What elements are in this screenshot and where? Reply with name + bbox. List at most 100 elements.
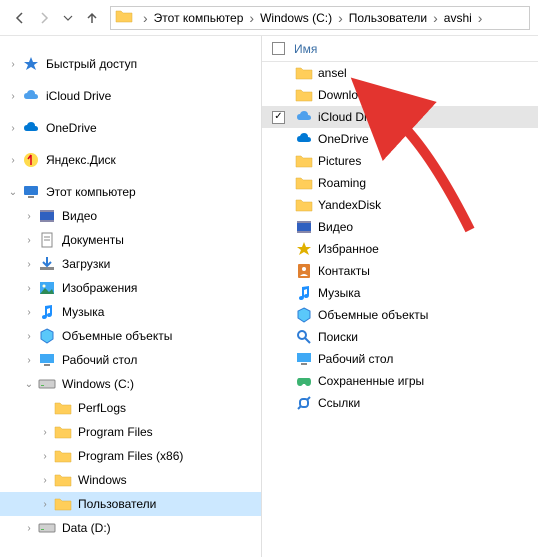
tree-videos[interactable]: › Видео bbox=[0, 204, 261, 228]
arrow-up-icon bbox=[84, 10, 100, 26]
folder-icon bbox=[54, 399, 72, 417]
tree-desktop[interactable]: › Рабочий стол bbox=[0, 348, 261, 372]
tree-onedrive[interactable]: › OneDrive bbox=[0, 116, 261, 140]
chevron-right-icon[interactable]: › bbox=[22, 353, 36, 367]
chevron-right-icon[interactable]: › bbox=[22, 257, 36, 271]
chevron-right-icon[interactable]: › bbox=[38, 449, 52, 463]
list-item[interactable]: OneDrive bbox=[262, 128, 538, 150]
chevron-right-icon[interactable]: › bbox=[22, 281, 36, 295]
tree-c-drive[interactable]: ⌄ Windows (C:) bbox=[0, 372, 261, 396]
list-item-icloud[interactable]: iCloud Drive bbox=[262, 106, 538, 128]
list-item[interactable]: Сохраненные игры bbox=[262, 370, 538, 392]
list-item[interactable]: Видео bbox=[262, 216, 538, 238]
column-name[interactable]: Имя bbox=[294, 42, 317, 56]
list-item[interactable]: Контакты bbox=[262, 260, 538, 282]
list-item[interactable]: Downloads bbox=[262, 84, 538, 106]
chevron-right-icon[interactable]: › bbox=[6, 89, 20, 103]
chevron-right-icon[interactable]: › bbox=[22, 521, 36, 535]
list-header[interactable]: Имя bbox=[262, 36, 538, 62]
chevron-right-icon[interactable]: › bbox=[22, 305, 36, 319]
video-icon bbox=[38, 207, 56, 225]
tree-images[interactable]: › Изображения bbox=[0, 276, 261, 300]
cloud-icon bbox=[294, 108, 314, 126]
tree-downloads[interactable]: › Загрузки bbox=[0, 252, 261, 276]
crumb-avshi[interactable]: avshi bbox=[442, 11, 474, 25]
chevron-right-icon[interactable]: › bbox=[6, 57, 20, 71]
chevron-right-icon[interactable]: › bbox=[22, 329, 36, 343]
list-item[interactable]: YandexDisk bbox=[262, 194, 538, 216]
folder-icon bbox=[294, 196, 314, 214]
list-item[interactable]: Ссылки bbox=[262, 392, 538, 414]
tree-label: Изображения bbox=[62, 281, 137, 295]
chevron-right-icon[interactable] bbox=[245, 10, 258, 26]
tree-icloud[interactable]: › iCloud Drive bbox=[0, 84, 261, 108]
nav-back-button[interactable] bbox=[8, 6, 32, 30]
tree-label: Windows bbox=[78, 473, 127, 487]
tree-perflogs[interactable]: PerfLogs bbox=[0, 396, 261, 420]
tree-music[interactable]: › Музыка bbox=[0, 300, 261, 324]
tree-quick-access[interactable]: › Быстрый доступ bbox=[0, 52, 261, 76]
star-icon bbox=[22, 55, 40, 73]
nav-up-button[interactable] bbox=[80, 6, 104, 30]
folder-icon bbox=[294, 174, 314, 192]
nav-recent-button[interactable] bbox=[56, 6, 80, 30]
breadcrumb[interactable]: Этот компьютер Windows (C:) Пользователи… bbox=[110, 6, 530, 30]
list-item-label: Сохраненные игры bbox=[318, 374, 424, 388]
tree-label: Яндекс.Диск bbox=[46, 153, 116, 167]
list-item-label: Рабочий стол bbox=[318, 352, 393, 366]
list-item-label: Музыка bbox=[318, 286, 360, 300]
chevron-down-icon[interactable]: ⌄ bbox=[22, 377, 36, 391]
tree-windows-folder[interactable]: › Windows bbox=[0, 468, 261, 492]
chevron-right-icon[interactable]: › bbox=[38, 473, 52, 487]
chevron-right-icon[interactable]: › bbox=[6, 153, 20, 167]
chevron-right-icon[interactable]: › bbox=[38, 497, 52, 511]
tree-label: PerfLogs bbox=[78, 401, 126, 415]
list-item[interactable]: Рабочий стол bbox=[262, 348, 538, 370]
tree-label: Документы bbox=[62, 233, 124, 247]
tree-label: Объемные объекты bbox=[62, 329, 172, 343]
folder-icon bbox=[115, 7, 133, 28]
chevron-right-icon[interactable]: › bbox=[6, 121, 20, 135]
list-item[interactable]: Pictures bbox=[262, 150, 538, 172]
chevron-right-icon[interactable] bbox=[474, 10, 487, 26]
tree-label: Program Files bbox=[78, 425, 153, 439]
video-icon bbox=[294, 218, 314, 236]
tree-users[interactable]: › Пользователи bbox=[0, 492, 261, 516]
tree-label: OneDrive bbox=[46, 121, 97, 135]
search-icon bbox=[294, 328, 314, 346]
crumb-c-drive[interactable]: Windows (C:) bbox=[258, 11, 334, 25]
chevron-down-icon bbox=[63, 13, 73, 23]
list-item[interactable]: Избранное bbox=[262, 238, 538, 260]
crumb-users[interactable]: Пользователи bbox=[347, 11, 429, 25]
chevron-right-icon[interactable] bbox=[139, 10, 152, 26]
tree-program-files-x86[interactable]: › Program Files (x86) bbox=[0, 444, 261, 468]
tree-program-files[interactable]: › Program Files bbox=[0, 420, 261, 444]
list-item-label: Избранное bbox=[318, 242, 379, 256]
folder-icon bbox=[294, 152, 314, 170]
tree-d-drive[interactable]: › Data (D:) bbox=[0, 516, 261, 540]
list-item[interactable]: Объемные объекты bbox=[262, 304, 538, 326]
tree-3d-objects[interactable]: › Объемные объекты bbox=[0, 324, 261, 348]
list-item[interactable]: ansel bbox=[262, 62, 538, 84]
row-checkbox[interactable] bbox=[272, 111, 294, 124]
list-item[interactable]: Музыка bbox=[262, 282, 538, 304]
tree-this-pc[interactable]: ⌄ Этот компьютер bbox=[0, 180, 261, 204]
list-item-label: Pictures bbox=[318, 154, 361, 168]
folder-icon bbox=[294, 86, 314, 104]
select-all-checkbox[interactable] bbox=[272, 42, 294, 55]
chevron-right-icon[interactable]: › bbox=[38, 425, 52, 439]
chevron-right-icon[interactable]: › bbox=[22, 233, 36, 247]
chevron-right-icon[interactable] bbox=[429, 10, 442, 26]
chevron-right-icon[interactable]: › bbox=[22, 209, 36, 223]
chevron-right-icon[interactable] bbox=[334, 10, 347, 26]
tree-yandex[interactable]: › Яндекс.Диск bbox=[0, 148, 261, 172]
tree-documents[interactable]: › Документы bbox=[0, 228, 261, 252]
list-item[interactable]: Поиски bbox=[262, 326, 538, 348]
games-icon bbox=[294, 372, 314, 390]
crumb-this-pc[interactable]: Этот компьютер bbox=[152, 11, 246, 25]
list-item[interactable]: Roaming bbox=[262, 172, 538, 194]
list-item-label: OneDrive bbox=[318, 132, 369, 146]
nav-forward-button[interactable] bbox=[32, 6, 56, 30]
tree-label: Program Files (x86) bbox=[78, 449, 183, 463]
chevron-down-icon[interactable]: ⌄ bbox=[6, 185, 20, 199]
